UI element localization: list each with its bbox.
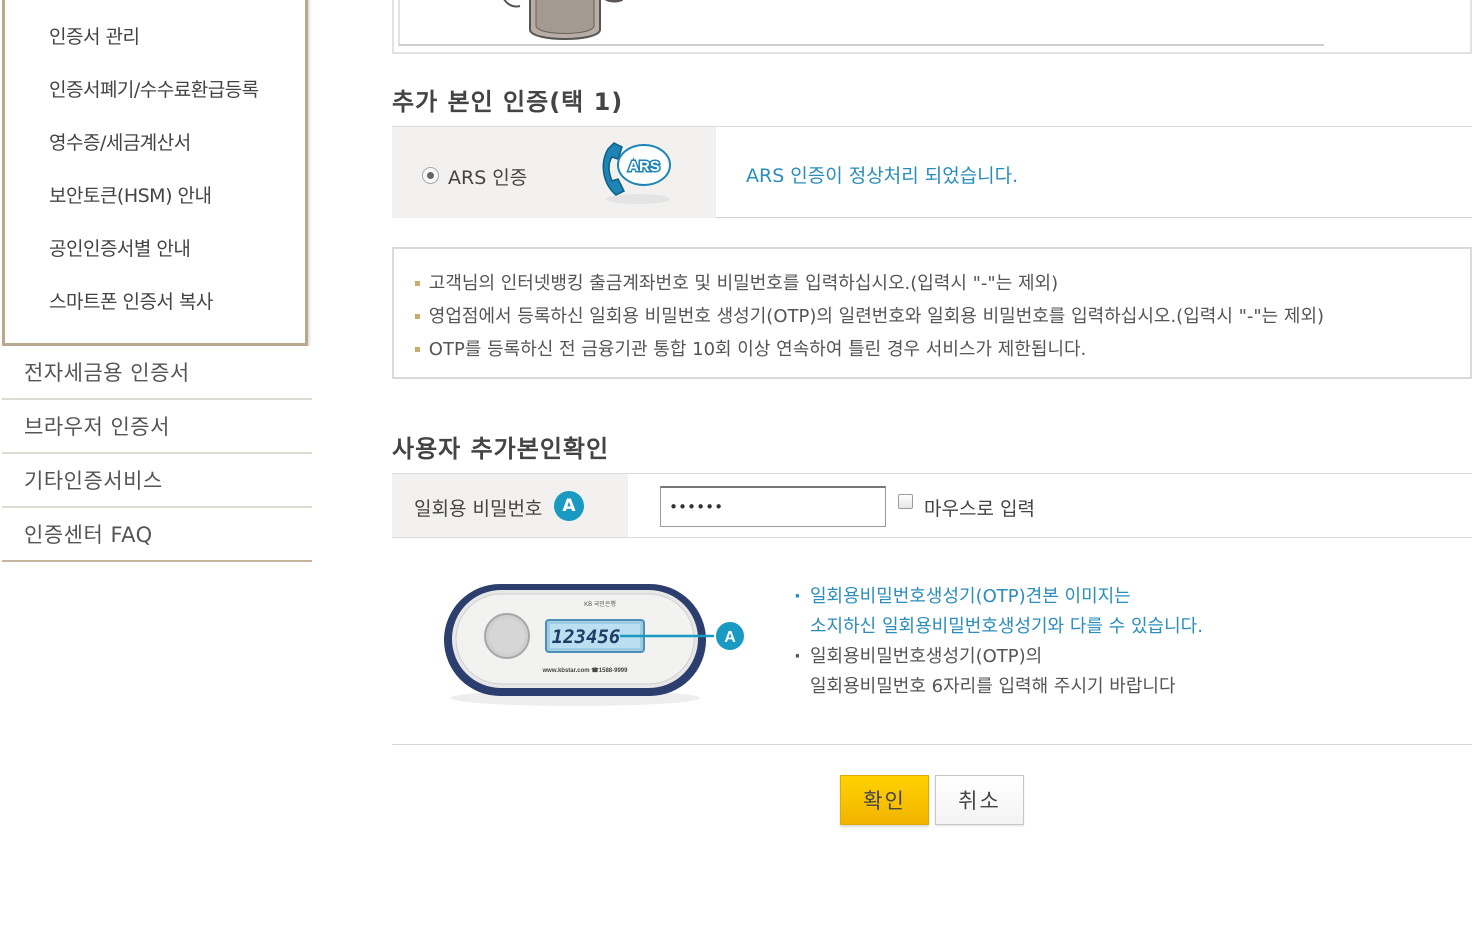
mouse-input-checkbox[interactable] [898,494,913,509]
mouse-input-label[interactable]: 마우스로 입력 [924,494,1035,521]
sidebar-item-browser-cert[interactable]: 브라우저 인증서 [2,400,312,454]
otp-label: 일회용 비밀번호 [414,498,543,520]
submenu-item-cert-guide[interactable]: 공인인증서별 안내 [49,234,191,261]
otp-input-row: 일회용 비밀번호 A 마우스로 입력 [392,473,1472,538]
cancel-button[interactable]: 취소 [935,775,1024,825]
character-illustration [503,0,624,40]
svg-text:A: A [724,629,736,646]
submenu-item-receipt[interactable]: 영수증/세금계산서 [49,128,191,155]
sidebar-item-other-services[interactable]: 기타인증서비스 [2,454,312,508]
notice-item: 영업점에서 등록하신 일회용 비밀번호 생성기(OTP)의 일련번호와 일회용 … [414,300,1470,333]
illustration-box [392,0,1472,54]
submenu-item-smartphone-copy[interactable]: 스마트폰 인증서 복사 [49,287,213,314]
ars-option-label: ARS 인증 [448,167,528,189]
otp-help-line: 소지하신 일회용비밀번호생성기와 다를 수 있습니다. [810,616,1203,637]
submenu-item-hsm[interactable]: 보안토큰(HSM) 안내 [49,181,212,208]
svg-text:KB 국민은행: KB 국민은행 [584,600,616,608]
sidebar-menu: 전자세금용 인증서 브라우저 인증서 기타인증서비스 인증센터 FAQ [2,346,312,562]
otp-password-input[interactable] [660,486,886,527]
svg-text:www.kbstar.com ☎1588-9999: www.kbstar.com ☎1588-9999 [542,667,629,674]
sidebar-item-faq[interactable]: 인증센터 FAQ [2,508,312,562]
notice-box: 고객님의 인터넷뱅킹 출금계좌번호 및 비밀번호를 입력하십시오.(입력시 "-… [392,247,1472,379]
confirm-button[interactable]: 확인 [840,775,929,825]
notice-item: 고객님의 인터넷뱅킹 출금계좌번호 및 비밀번호를 입력하십시오.(입력시 "-… [414,267,1470,300]
svg-text:ARS: ARS [628,158,660,175]
otp-help-text: 일회용비밀번호생성기(OTP)견본 이미지는 소지하신 일회용비밀번호생성기와 … [794,582,1203,702]
user-verify-title: 사용자 추가본인확인 [392,435,610,463]
additional-auth-title: 추가 본인 인증(택 1) [392,88,624,116]
ars-status-message: ARS 인증이 정상처리 되었습니다. [746,165,1019,187]
notice-item: OTP를 등록하신 전 금융기관 통합 10회 이상 연속하여 틀린 경우 서비… [414,333,1470,366]
otp-badge-a: A [554,491,584,521]
otp-help-line: 일회용비밀번호생성기(OTP)견본 이미지는 [794,582,1203,612]
ars-auth-row: ARS 인증 ARS ARS 인증이 정상처리 되었습니다. [392,126,1472,218]
otp-device-image: KB 국민은행 123456 www.kbstar.com ☎1588-9999… [444,584,746,706]
divider [392,744,1472,745]
sidebar-item-etax-cert[interactable]: 전자세금용 인증서 [2,346,312,400]
otp-help-line: 일회용비밀번호생성기(OTP)의 [794,642,1203,672]
otp-help-line: 일회용비밀번호 6자리를 입력해 주시기 바랍니다 [810,676,1176,697]
submenu-item-cert-manage[interactable]: 인증서 관리 [49,22,140,49]
sidebar-submenu: 인증서 관리 인증서폐기/수수료환급등록 영수증/세금계산서 보안토큰(HSM)… [2,0,308,346]
svg-text:123456: 123456 [552,626,621,648]
submenu-item-cert-revoke[interactable]: 인증서폐기/수수료환급등록 [49,75,259,102]
ars-phone-icon: ARS [602,142,671,204]
ars-radio[interactable] [422,167,439,184]
